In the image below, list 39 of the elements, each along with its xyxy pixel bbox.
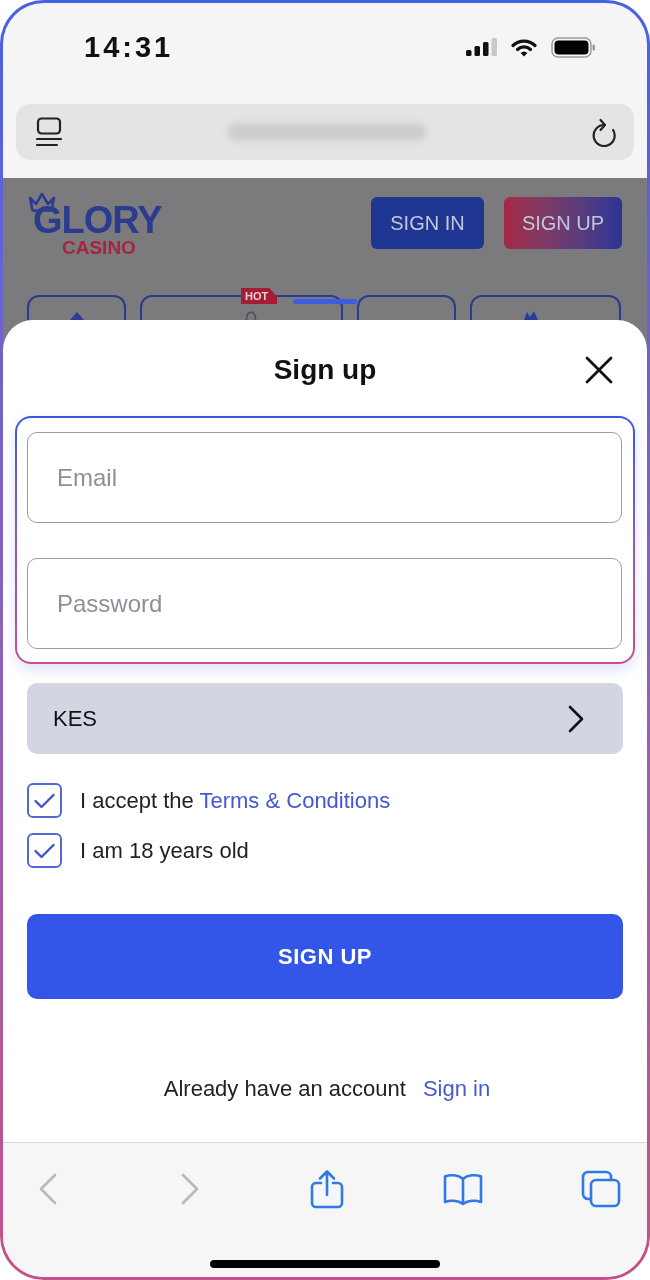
signal-icon <box>466 38 497 56</box>
sign-up-header-button[interactable]: SIGN UP <box>504 197 622 249</box>
sheet-title: Sign up <box>273 353 377 387</box>
book-icon <box>443 1172 483 1206</box>
checkbox[interactable] <box>27 833 62 868</box>
sign-in-header-button[interactable]: SIGN IN <box>371 197 484 249</box>
checkbox[interactable] <box>27 783 62 818</box>
triangle-icon <box>69 312 84 320</box>
checkbox-label: I accept the Terms & Conditions <box>80 786 391 815</box>
password-field[interactable]: Password <box>27 558 622 649</box>
email-field[interactable]: Email <box>27 432 622 523</box>
bookmarks-button[interactable] <box>443 1172 483 1206</box>
reload-icon[interactable] <box>591 117 617 147</box>
sign-up-button[interactable]: SIGN UP <box>27 914 623 999</box>
share-button[interactable] <box>310 1169 344 1209</box>
terms-link[interactable]: Terms & Conditions <box>199 787 391 813</box>
forward-icon <box>180 1173 200 1205</box>
battery-icon <box>551 36 596 58</box>
close-icon <box>585 356 613 384</box>
back-icon <box>38 1173 58 1205</box>
sign-in-link[interactable]: Sign in <box>422 1075 491 1103</box>
drag-handle[interactable] <box>293 299 357 304</box>
chevron-right-icon <box>568 704 584 733</box>
checkmark-icon <box>34 792 55 809</box>
hot-badge: HOT <box>241 288 278 304</box>
tabs-icon <box>581 1170 621 1208</box>
footer-text: Already have an account <box>163 1075 406 1103</box>
close-button[interactable] <box>585 356 613 384</box>
currency-select[interactable]: KES <box>27 683 623 754</box>
status-time: 14:31 <box>84 30 174 65</box>
tabs-button[interactable] <box>581 1170 621 1208</box>
logo-title: GLORY <box>33 201 162 239</box>
reader-icon[interactable] <box>36 117 62 147</box>
wifi-icon <box>511 37 537 57</box>
bell-icon <box>245 311 258 320</box>
checkbox-label: I am 18 years old <box>80 836 249 865</box>
checkmark-icon <box>34 842 55 859</box>
logo-subtitle: CASINO <box>62 238 136 258</box>
share-icon <box>310 1169 344 1209</box>
